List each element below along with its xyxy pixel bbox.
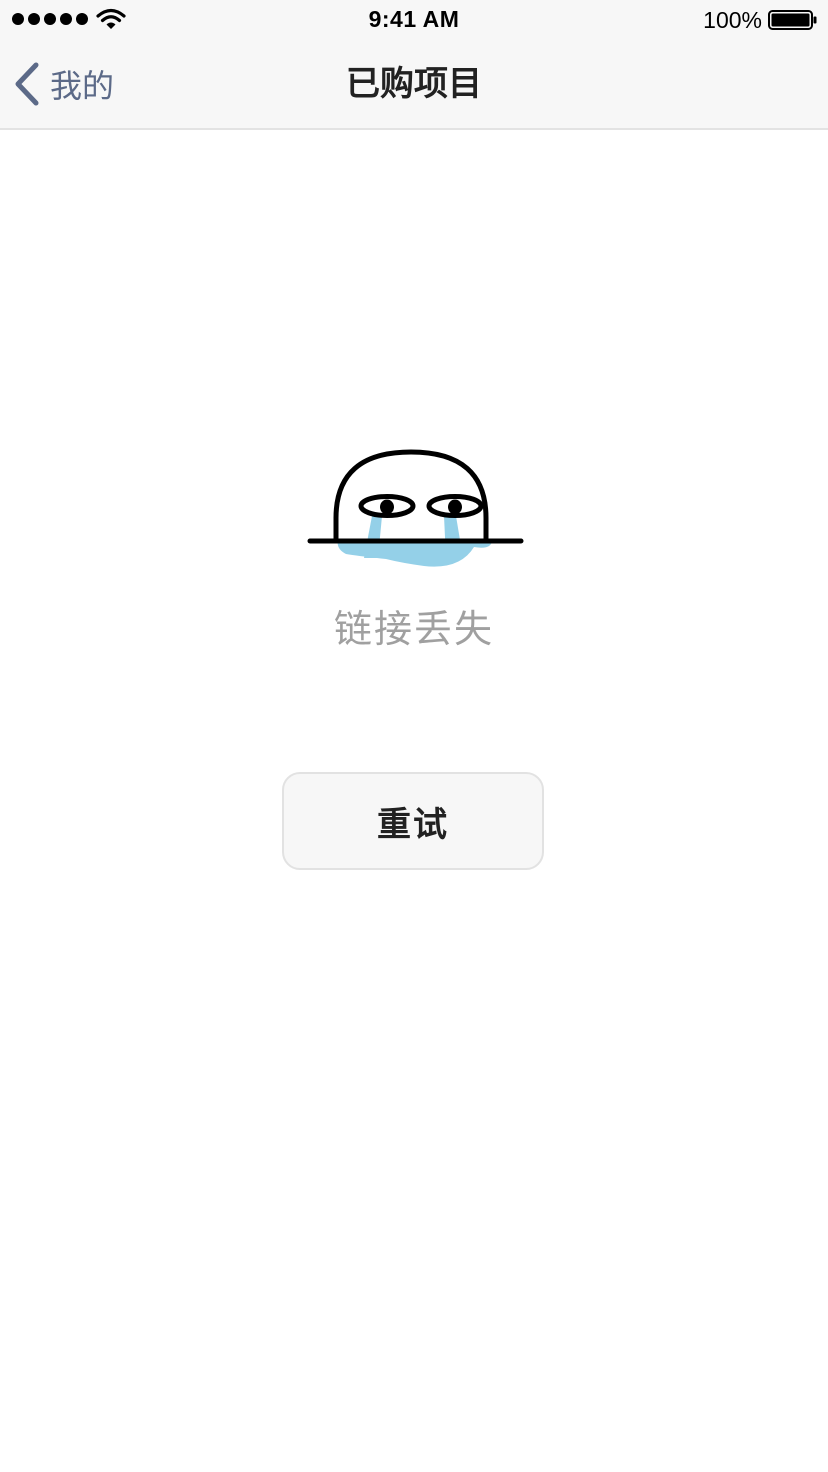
status-bar: 9:41 AM 100%: [0, 0, 828, 40]
error-message: 链接丢失: [333, 607, 494, 651]
page-title: 已购项目: [346, 64, 482, 104]
crying-face-icon: [307, 449, 524, 567]
screen: 9:41 AM 100% 我的 已购项目 链接丢失 重试: [0, 0, 828, 1472]
navigation-bar: 我的 已购项目: [0, 40, 828, 130]
battery-icon: [768, 10, 817, 30]
battery-percentage: 100%: [703, 7, 762, 33]
retry-button[interactable]: 重试: [282, 772, 544, 870]
